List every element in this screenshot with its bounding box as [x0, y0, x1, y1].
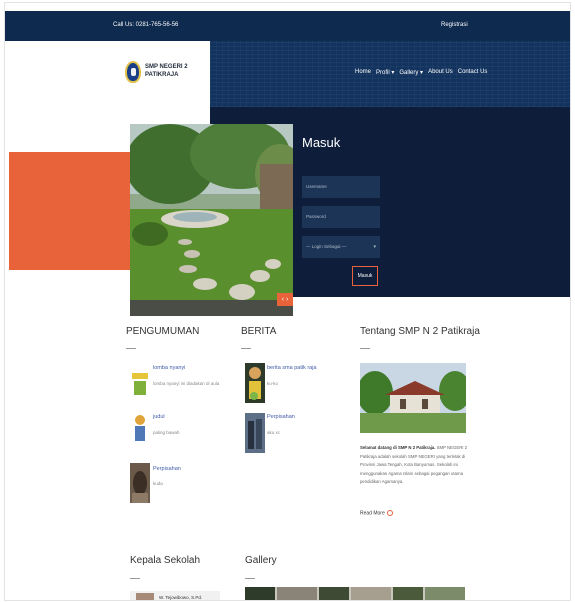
section-divider	[245, 578, 255, 579]
news-desc: ko-ko	[267, 381, 279, 386]
register-link[interactable]: Registrasi	[441, 22, 468, 28]
news-title[interactable]: Perpisahan	[267, 414, 295, 420]
login-button[interactable]: Masuk	[352, 266, 378, 286]
announcement-desc: paling bawah	[153, 430, 180, 435]
nav-gallery[interactable]: Gallery ▾	[399, 69, 423, 76]
horse-thumb	[130, 463, 150, 503]
main-nav: Home Profil ▾ Gallery ▾ About Us Contact…	[355, 69, 487, 76]
gallery-strip[interactable]	[245, 587, 465, 600]
announcement-title[interactable]: Perpisahan	[153, 466, 181, 472]
browser-frame: Call Us: 0281-765-56-56 Registrasi SMP N…	[4, 2, 571, 601]
school-building-image	[360, 363, 466, 433]
login-title: Masuk	[302, 135, 341, 150]
read-more-label: Read More	[360, 510, 385, 517]
gallery-images	[245, 587, 465, 600]
read-more-link[interactable]: Read More	[360, 510, 393, 516]
news-title[interactable]: berita sma patik raja	[267, 365, 317, 371]
role-select-value: — Login Sebagai —	[306, 244, 347, 249]
nav-home[interactable]: Home	[355, 69, 371, 76]
student-image[interactable]	[130, 413, 150, 443]
news-desc: aku xc	[267, 430, 281, 435]
section-divider	[126, 348, 136, 349]
announcement-desc: lomba nyanyi ini diadakan di aula	[153, 381, 220, 386]
nav-about-us[interactable]: About Us	[428, 69, 453, 76]
announcement-title[interactable]: judul	[153, 414, 165, 420]
principal-name: W. Tejowibowo, S.Pd.	[159, 595, 203, 600]
about-description: Selamat datang di SMP N 2 Patikraja. SMP…	[360, 444, 470, 487]
about-body: SMP NEGERI 2 Patikraja adalah sekolah SM…	[360, 445, 468, 484]
top-bar: Call Us: 0281-765-56-56 Registrasi	[5, 11, 570, 41]
section-title-pengumuman: PENGUMUMAN	[126, 326, 200, 337]
about-lead: Selamat datang di SMP N 2 Patikraja.	[360, 445, 436, 450]
school-photo	[360, 363, 466, 433]
graduation-image[interactable]	[245, 413, 265, 453]
garden-photo	[130, 124, 293, 316]
section-title-gallery: Gallery	[245, 555, 277, 566]
nav-profil[interactable]: Profil ▾	[376, 69, 394, 76]
slider-nav-arrows[interactable]: ‹ ›	[277, 293, 293, 306]
principal-photo	[136, 593, 154, 600]
section-divider	[241, 348, 251, 349]
announcement-title[interactable]: lomba nyanyi	[153, 365, 185, 371]
logo-area[interactable]: SMP NEGERI 2 PATIKRAJA	[5, 41, 210, 107]
password-field[interactable]: Password	[302, 206, 380, 228]
slider-image	[130, 124, 293, 316]
section-title-tentang: Tentang SMP N 2 Patikraja	[360, 326, 480, 337]
section-divider	[130, 578, 140, 579]
announcement-desc: kuda	[153, 481, 163, 486]
orange-decor-block	[9, 152, 130, 270]
news-image[interactable]	[245, 363, 265, 403]
school-logo-icon	[125, 61, 141, 83]
username-field[interactable]: Username	[302, 176, 380, 198]
section-title-berita: BERITA	[241, 326, 277, 337]
arrow-circle-icon	[386, 510, 393, 516]
section-divider	[360, 348, 370, 349]
horse-image[interactable]	[130, 463, 150, 503]
graduation-thumb	[245, 413, 265, 453]
nav-contact-us[interactable]: Contact Us	[458, 69, 488, 76]
call-us-text: Call Us: 0281-765-56-56	[113, 22, 179, 28]
chevron-down-icon: ▾	[373, 244, 376, 250]
student-thumb	[130, 413, 150, 443]
role-select[interactable]: — Login Sebagai — ▾	[302, 236, 380, 258]
trophy-image[interactable]	[130, 369, 150, 399]
news-thumb	[245, 363, 265, 403]
brand-name: SMP NEGERI 2 PATIKRAJA	[145, 64, 188, 78]
section-title-kepala-sekolah: Kepala Sekolah	[130, 555, 201, 566]
trophy-thumb	[130, 369, 150, 399]
